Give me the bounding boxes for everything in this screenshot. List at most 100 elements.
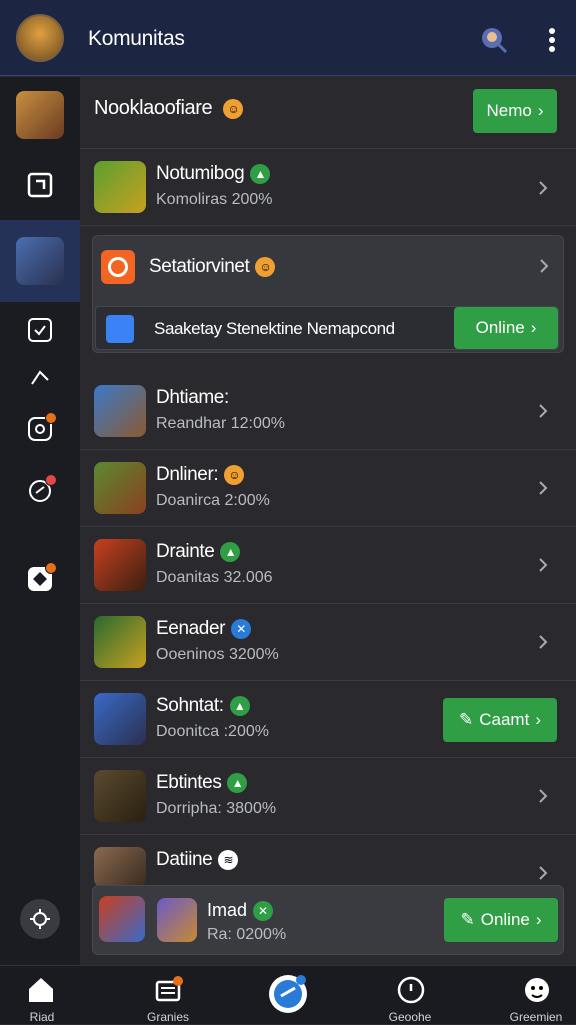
section-title: Nooklaoofiare ☺	[94, 97, 244, 120]
chevron-right-icon	[539, 481, 548, 495]
item-name: Eenader ✕	[156, 618, 252, 640]
more-menu-icon[interactable]	[544, 26, 560, 54]
item-sub: Ooeninos 3200%	[156, 646, 279, 663]
chevron-right-icon	[539, 866, 548, 880]
card-title-text: Setatiorvinet	[149, 256, 250, 277]
bottom-nav: Riad Granies Geoohe Greemien	[0, 965, 576, 1024]
online-button-label: Online	[475, 318, 525, 337]
game-button[interactable]: ✎ Caamt ›	[443, 698, 557, 742]
game-icon	[94, 693, 146, 745]
chat-center-icon	[269, 975, 307, 1013]
item-sub: Doonitca :200%	[156, 723, 269, 740]
notification-badge	[45, 412, 57, 424]
chevron-right-icon	[539, 558, 548, 572]
online-button[interactable]: Online ›	[454, 307, 558, 349]
community-app-icon	[101, 250, 135, 284]
side-rail	[0, 77, 80, 965]
layers-icon: ≋	[218, 849, 239, 870]
item-name: Datiine ≋	[156, 849, 239, 871]
game-icon	[99, 896, 145, 942]
list-item[interactable]: Notumibog ▲ Komoliras 200%	[80, 149, 576, 226]
floating-online-button[interactable]: ✎ Online ›	[444, 898, 558, 942]
list-item[interactable]: Eenader ✕ Ooeninos 3200%	[80, 604, 576, 681]
list-item[interactable]: Dhtiame: Reandhar 12:00%	[80, 373, 576, 450]
floating-name-text: Imad	[207, 900, 248, 920]
item-name-text: Dnliner:	[156, 464, 219, 485]
list-item[interactable]: Drainte ▲ Doanitas 32.006	[80, 527, 576, 604]
chevron-right-icon: ›	[535, 710, 541, 729]
item-name-text: Notumibog	[156, 163, 245, 184]
link-icon	[31, 370, 49, 385]
item-sub: Doanitas 32.006	[156, 569, 273, 586]
rail-item-settings[interactable]	[0, 899, 80, 939]
main-panel: Nooklaoofiare ☺ Nemo › Notumibog ▲ Komoli…	[80, 77, 576, 965]
settings-icon	[20, 899, 60, 939]
nav-home[interactable]: Riad	[0, 966, 92, 1025]
nav-center[interactable]	[238, 966, 338, 1025]
search-icon[interactable]	[480, 26, 508, 54]
chevron-right-icon	[539, 635, 548, 649]
bird-icon	[106, 315, 134, 343]
list-item[interactable]: Ebtintes ▲ Dorripha: 3800%	[80, 758, 576, 835]
game-button-label: Caamt	[479, 710, 530, 729]
item-name-text: Eenader	[156, 618, 226, 639]
verified-icon: ▲	[250, 163, 271, 184]
item-name-text: Sohntat:	[156, 695, 224, 716]
chevron-right-icon	[539, 181, 548, 195]
page-title: Komunitas	[88, 27, 185, 50]
item-sub: Doanirca 2:00%	[156, 492, 270, 509]
rail-item-chat[interactable]	[0, 474, 80, 507]
nemo-button[interactable]: Nemo ›	[473, 89, 557, 133]
item-sub: Komoliras 200%	[156, 191, 273, 208]
floating-name: Imad ✕	[207, 900, 274, 922]
list-item[interactable]: Dnliner: ☺ Doanirca 2:00%	[80, 450, 576, 527]
chevron-right-icon	[539, 404, 548, 418]
list-item[interactable]: Sohntat: ▲ Doonitca :200% ✎ Caamt ›	[80, 681, 576, 758]
featured-card[interactable]: Setatiorvinet ☺ Saaketay Stenektine Nemap…	[92, 235, 564, 353]
rail-item-link[interactable]	[0, 363, 80, 393]
floating-online-label: Online	[480, 910, 530, 929]
nav-games-label: Granies	[146, 1010, 190, 1024]
verified-icon: ✕	[253, 901, 274, 922]
floating-sub: Ra: 0200%	[207, 926, 287, 943]
verified-icon: ✕	[231, 618, 252, 639]
check-icon	[28, 318, 52, 342]
item-name-text: Drainte	[156, 541, 215, 562]
verified-icon: ▲	[229, 695, 250, 716]
item-name: Sohntat: ▲	[156, 695, 250, 717]
emoji-icon: ☺	[223, 98, 244, 119]
game-icon	[94, 385, 146, 437]
item-name-text: Datiine	[156, 849, 213, 870]
rail-item-notify[interactable]	[0, 412, 80, 445]
item-name: Dhtiame:	[156, 387, 229, 408]
app-header: Komunitas	[0, 0, 576, 76]
chevron-right-icon: ›	[530, 318, 537, 337]
chat-badge	[45, 474, 57, 486]
edit-icon: ✎	[460, 910, 475, 929]
card-title: Setatiorvinet ☺	[149, 256, 276, 278]
rail-item-square[interactable]	[0, 157, 80, 212]
rail-item-active-game[interactable]	[0, 220, 80, 302]
rail-item-discover[interactable]	[0, 562, 80, 595]
clock-icon	[397, 976, 425, 1004]
nav-games[interactable]: Granies	[118, 966, 218, 1025]
card-inner-row[interactable]: Saaketay Stenektine Nemapcond Online ›	[95, 306, 559, 350]
item-name: Dnliner: ☺	[156, 464, 245, 486]
games-icon	[155, 976, 183, 1002]
item-name-text: Ebtintes	[156, 772, 222, 793]
game-icon	[157, 898, 197, 942]
game-icon	[94, 539, 146, 591]
emoji-icon: ☺	[224, 464, 245, 485]
rail-item-check[interactable]	[0, 315, 80, 345]
item-name: Ebtintes ▲	[156, 772, 248, 794]
item-name: Drainte ▲	[156, 541, 241, 563]
nav-profile[interactable]: Greemien	[486, 966, 576, 1025]
nav-geo-label: Geoohe	[388, 1010, 432, 1024]
rail-avatar[interactable]	[0, 85, 80, 145]
verified-icon: ▲	[227, 772, 248, 793]
nav-home-label: Riad	[29, 1010, 55, 1024]
floating-card[interactable]: Imad ✕ Ra: 0200% ✎ Online ›	[92, 885, 564, 955]
square-icon	[27, 172, 53, 197]
profile-avatar[interactable]	[16, 14, 64, 62]
nav-geo[interactable]: Geoohe	[360, 966, 460, 1025]
